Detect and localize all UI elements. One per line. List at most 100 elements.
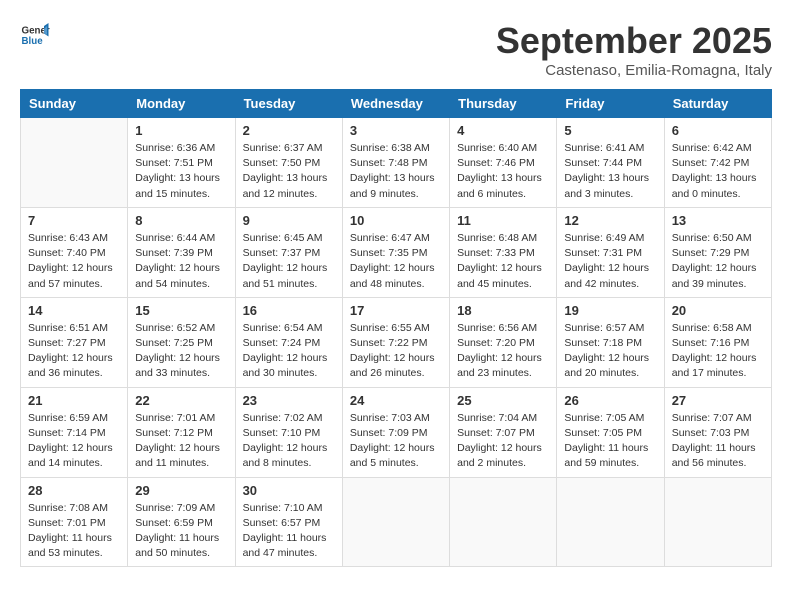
day-cell: 16 Sunrise: 6:54 AMSunset: 7:24 PMDayligh… <box>235 297 342 387</box>
day-number: 4 <box>457 123 549 138</box>
day-info: Sunrise: 6:41 AMSunset: 7:44 PMDaylight:… <box>564 141 656 202</box>
day-cell: 22 Sunrise: 7:01 AMSunset: 7:12 PMDayligh… <box>128 387 235 477</box>
day-cell: 17 Sunrise: 6:55 AMSunset: 7:22 PMDayligh… <box>342 297 449 387</box>
day-info: Sunrise: 6:37 AMSunset: 7:50 PMDaylight:… <box>243 141 335 202</box>
day-info: Sunrise: 6:44 AMSunset: 7:39 PMDaylight:… <box>135 231 227 292</box>
week-row-2: 7Sunrise: 6:43 AMSunset: 7:40 PMDaylight… <box>21 207 772 297</box>
day-cell <box>342 477 449 567</box>
day-number: 30 <box>243 483 335 498</box>
day-info: Sunrise: 6:40 AMSunset: 7:46 PMDaylight:… <box>457 141 549 202</box>
day-number: 28 <box>28 483 120 498</box>
calendar-table: SundayMondayTuesdayWednesdayThursdayFrid… <box>20 89 772 567</box>
day-number: 3 <box>350 123 442 138</box>
day-info: Sunrise: 6:50 AMSunset: 7:29 PMDaylight:… <box>672 231 764 292</box>
day-info: Sunrise: 7:08 AMSunset: 7:01 PMDaylight:… <box>28 501 120 562</box>
day-cell: 12Sunrise: 6:49 AMSunset: 7:31 PMDayligh… <box>557 207 664 297</box>
day-number: 24 <box>350 393 442 408</box>
day-number: 13 <box>672 213 764 228</box>
weekday-header-wednesday: Wednesday <box>342 90 449 118</box>
day-info: Sunrise: 6:45 AMSunset: 7:37 PMDaylight:… <box>243 231 335 292</box>
day-cell: 20Sunrise: 6:58 AMSunset: 7:16 PMDayligh… <box>664 297 771 387</box>
day-cell: 25 Sunrise: 7:04 AMSunset: 7:07 PMDayligh… <box>450 387 557 477</box>
day-info: Sunrise: 7:07 AMSunset: 7:03 PMDaylight:… <box>672 411 764 472</box>
day-info: Sunrise: 6:48 AMSunset: 7:33 PMDaylight:… <box>457 231 549 292</box>
day-cell: 9 Sunrise: 6:45 AMSunset: 7:37 PMDaylight… <box>235 207 342 297</box>
day-number: 6 <box>672 123 764 138</box>
day-cell: 2 Sunrise: 6:37 AMSunset: 7:50 PMDaylight… <box>235 118 342 208</box>
day-number: 2 <box>243 123 335 138</box>
weekday-header-friday: Friday <box>557 90 664 118</box>
day-number: 8 <box>135 213 227 228</box>
weekday-header-row: SundayMondayTuesdayWednesdayThursdayFrid… <box>21 90 772 118</box>
day-info: Sunrise: 6:47 AMSunset: 7:35 PMDaylight:… <box>350 231 442 292</box>
day-cell: 6 Sunrise: 6:42 AMSunset: 7:42 PMDaylight… <box>664 118 771 208</box>
weekday-header-monday: Monday <box>128 90 235 118</box>
day-cell: 28 Sunrise: 7:08 AMSunset: 7:01 PMDayligh… <box>21 477 128 567</box>
day-number: 9 <box>243 213 335 228</box>
day-number: 14 <box>28 303 120 318</box>
day-info: Sunrise: 6:36 AMSunset: 7:51 PMDaylight:… <box>135 141 227 202</box>
day-number: 27 <box>672 393 764 408</box>
day-number: 23 <box>243 393 335 408</box>
day-cell: 24 Sunrise: 7:03 AMSunset: 7:09 PMDayligh… <box>342 387 449 477</box>
week-row-5: 28 Sunrise: 7:08 AMSunset: 7:01 PMDayligh… <box>21 477 772 567</box>
page-header: General Blue September 2025 Castenaso, E… <box>20 20 772 79</box>
week-row-1: 1 Sunrise: 6:36 AMSunset: 7:51 PMDaylight… <box>21 118 772 208</box>
day-info: Sunrise: 7:03 AMSunset: 7:09 PMDaylight:… <box>350 411 442 472</box>
day-info: Sunrise: 6:57 AMSunset: 7:18 PMDaylight:… <box>564 321 656 382</box>
day-cell <box>450 477 557 567</box>
day-number: 10 <box>350 213 442 228</box>
day-cell: 26 Sunrise: 7:05 AMSunset: 7:05 PMDayligh… <box>557 387 664 477</box>
day-info: Sunrise: 6:38 AMSunset: 7:48 PMDaylight:… <box>350 141 442 202</box>
day-info: Sunrise: 6:54 AMSunset: 7:24 PMDaylight:… <box>243 321 335 382</box>
day-info: Sunrise: 7:05 AMSunset: 7:05 PMDaylight:… <box>564 411 656 472</box>
day-cell <box>664 477 771 567</box>
day-info: Sunrise: 6:51 AMSunset: 7:27 PMDaylight:… <box>28 321 120 382</box>
day-cell: 21 Sunrise: 6:59 AMSunset: 7:14 PMDayligh… <box>21 387 128 477</box>
day-cell: 27 Sunrise: 7:07 AMSunset: 7:03 PMDayligh… <box>664 387 771 477</box>
day-cell: 18Sunrise: 6:56 AMSunset: 7:20 PMDayligh… <box>450 297 557 387</box>
day-number: 29 <box>135 483 227 498</box>
logo: General Blue <box>20 20 50 50</box>
weekday-header-thursday: Thursday <box>450 90 557 118</box>
day-number: 7 <box>28 213 120 228</box>
day-info: Sunrise: 7:09 AMSunset: 6:59 PMDaylight:… <box>135 501 227 562</box>
day-number: 1 <box>135 123 227 138</box>
day-cell: 14 Sunrise: 6:51 AMSunset: 7:27 PMDayligh… <box>21 297 128 387</box>
day-info: Sunrise: 7:01 AMSunset: 7:12 PMDaylight:… <box>135 411 227 472</box>
day-number: 15 <box>135 303 227 318</box>
day-info: Sunrise: 6:42 AMSunset: 7:42 PMDaylight:… <box>672 141 764 202</box>
day-number: 18 <box>457 303 549 318</box>
day-cell: 15 Sunrise: 6:52 AMSunset: 7:25 PMDayligh… <box>128 297 235 387</box>
day-cell <box>21 118 128 208</box>
day-cell: 29 Sunrise: 7:09 AMSunset: 6:59 PMDayligh… <box>128 477 235 567</box>
day-number: 25 <box>457 393 549 408</box>
day-number: 16 <box>243 303 335 318</box>
day-number: 11 <box>457 213 549 228</box>
day-cell: 11 Sunrise: 6:48 AMSunset: 7:33 PMDayligh… <box>450 207 557 297</box>
day-info: Sunrise: 6:49 AMSunset: 7:31 PMDaylight:… <box>564 231 656 292</box>
day-number: 5 <box>564 123 656 138</box>
day-cell: 30Sunrise: 7:10 AMSunset: 6:57 PMDayligh… <box>235 477 342 567</box>
day-info: Sunrise: 7:02 AMSunset: 7:10 PMDaylight:… <box>243 411 335 472</box>
day-info: Sunrise: 6:59 AMSunset: 7:14 PMDaylight:… <box>28 411 120 472</box>
day-info: Sunrise: 6:52 AMSunset: 7:25 PMDaylight:… <box>135 321 227 382</box>
day-info: Sunrise: 7:04 AMSunset: 7:07 PMDaylight:… <box>457 411 549 472</box>
day-cell: 5 Sunrise: 6:41 AMSunset: 7:44 PMDaylight… <box>557 118 664 208</box>
day-cell <box>557 477 664 567</box>
day-number: 26 <box>564 393 656 408</box>
month-title: September 2025 <box>496 20 772 62</box>
day-cell: 7Sunrise: 6:43 AMSunset: 7:40 PMDaylight… <box>21 207 128 297</box>
day-number: 21 <box>28 393 120 408</box>
day-cell: 8 Sunrise: 6:44 AMSunset: 7:39 PMDaylight… <box>128 207 235 297</box>
day-number: 22 <box>135 393 227 408</box>
day-info: Sunrise: 6:55 AMSunset: 7:22 PMDaylight:… <box>350 321 442 382</box>
location: Castenaso, Emilia-Romagna, Italy <box>496 62 772 79</box>
day-cell: 19 Sunrise: 6:57 AMSunset: 7:18 PMDayligh… <box>557 297 664 387</box>
day-cell: 23 Sunrise: 7:02 AMSunset: 7:10 PMDayligh… <box>235 387 342 477</box>
weekday-header-sunday: Sunday <box>21 90 128 118</box>
title-block: September 2025 Castenaso, Emilia-Romagna… <box>496 20 772 79</box>
day-number: 17 <box>350 303 442 318</box>
logo-icon: General Blue <box>20 20 50 50</box>
day-number: 19 <box>564 303 656 318</box>
